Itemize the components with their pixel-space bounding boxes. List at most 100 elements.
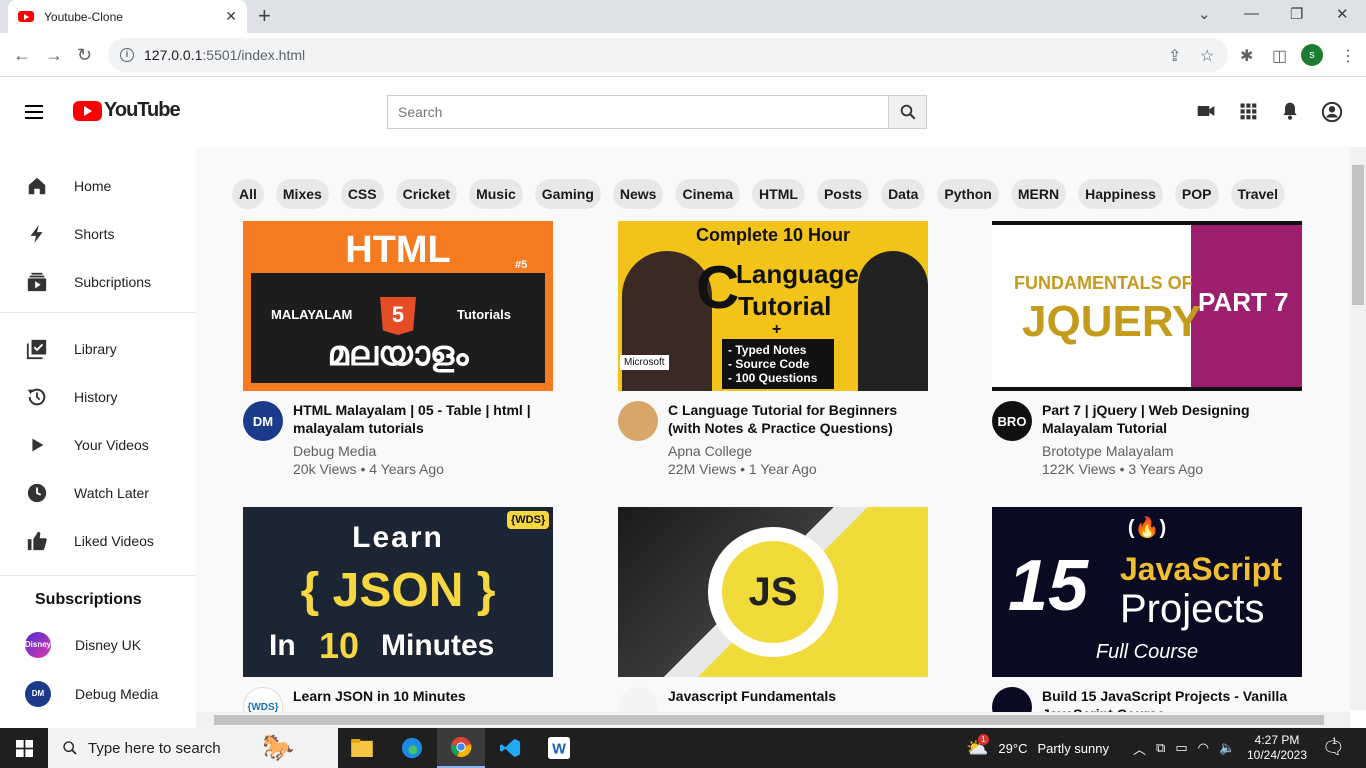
video-title[interactable]: Build 15 JavaScript Projects - Vanilla J… — [1042, 687, 1302, 712]
battery-icon[interactable]: ▭ — [1175, 740, 1187, 756]
minimize-icon[interactable]: — — [1244, 5, 1259, 22]
clock[interactable]: 4:27 PM 10/24/2023 — [1247, 728, 1307, 768]
reload-icon[interactable]: ↻ — [77, 43, 92, 67]
channel-avatar[interactable]: DM — [243, 401, 283, 441]
address-bar[interactable]: i 127.0.0.1 :5501/index.html — [108, 38, 1228, 72]
video-title[interactable]: Part 7 | jQuery | Web Designing Malayala… — [1042, 401, 1302, 437]
wifi-icon[interactable]: ◠ — [1198, 740, 1209, 756]
windows-start-icon[interactable] — [0, 728, 48, 768]
chrome-browser-icon[interactable] — [437, 728, 485, 768]
sidebar-item-subscriptions[interactable]: Subcriptions — [0, 258, 196, 306]
taskbar-search[interactable]: Type here to search 🐎 — [48, 728, 338, 768]
channel-name[interactable]: Brototype Malayalam — [1042, 443, 1302, 459]
chip-python[interactable]: Python — [937, 179, 999, 209]
bookmark-star-icon[interactable]: ☆ — [1200, 46, 1214, 66]
chip-gaming[interactable]: Gaming — [534, 179, 601, 209]
side-panel-icon[interactable]: ◫ — [1272, 46, 1287, 66]
sidebar-item-history[interactable]: History — [0, 373, 196, 421]
back-icon[interactable]: ← — [13, 43, 31, 67]
video-thumbnail[interactable]: FUNDAMENTALS OF JQUERY PART 7 — [992, 221, 1302, 391]
channel-avatar[interactable]: BRO — [992, 401, 1032, 441]
search-button[interactable] — [888, 96, 926, 128]
video-title[interactable]: C Language Tutorial for Beginners (with … — [668, 401, 928, 437]
thumb-text: 15 — [1008, 546, 1089, 626]
forward-icon[interactable]: → — [45, 43, 63, 67]
sidebar-item-library[interactable]: Library — [0, 325, 196, 373]
notification-center[interactable]: 🗨 1 — [1322, 728, 1345, 768]
notifications-bell-icon[interactable] — [1280, 101, 1300, 126]
browser-menu-icon[interactable]: ⋮ — [1340, 46, 1356, 66]
chip-mern[interactable]: MERN — [1010, 179, 1067, 209]
search-input[interactable] — [388, 96, 888, 128]
menu-icon[interactable] — [25, 105, 43, 123]
video-thumbnail[interactable]: Learn { JSON } In 10 Minutes {WDS} — [243, 507, 553, 677]
channel-avatar[interactable] — [618, 687, 658, 712]
edge-browser-icon[interactable] — [388, 728, 436, 768]
video-card[interactable]: (🔥) 15 JavaScript Projects Full Course B… — [992, 507, 1302, 712]
close-tab-icon[interactable]: ✕ — [225, 8, 237, 25]
browser-tab[interactable]: Youtube-Clone ✕ — [8, 0, 247, 33]
sidebar-item-watch-later[interactable]: Watch Later — [0, 469, 196, 517]
chevron-up-icon[interactable]: ︿ — [1133, 739, 1146, 758]
apps-grid-icon[interactable] — [1238, 101, 1258, 126]
new-tab-icon[interactable]: + — [258, 4, 271, 28]
chip-pop[interactable]: POP — [1174, 179, 1219, 209]
youtube-logo[interactable]: YouTube — [73, 99, 181, 122]
profile-avatar[interactable]: s — [1301, 44, 1323, 66]
video-card[interactable]: HTML #5 MALAYALAM 5 Tutorials മലയാളം DM … — [243, 221, 553, 477]
video-card[interactable]: FUNDAMENTALS OF JQUERY PART 7 BRO Part 7… — [992, 221, 1302, 477]
channel-name[interactable]: Debug Media — [293, 443, 553, 459]
chip-travel[interactable]: Travel — [1230, 179, 1285, 209]
vertical-scrollbar[interactable] — [1350, 147, 1366, 710]
video-title[interactable]: Learn JSON in 10 Minutes — [293, 687, 466, 705]
sidebar-item-shorts[interactable]: Shorts — [0, 210, 196, 258]
chip-happiness[interactable]: Happiness — [1078, 179, 1163, 209]
chip-all[interactable]: All — [232, 179, 264, 209]
window-close-icon[interactable]: ✕ — [1336, 5, 1349, 23]
chip-html[interactable]: HTML — [752, 179, 805, 209]
video-thumbnail[interactable]: JS — [618, 507, 928, 677]
channel-avatar[interactable] — [618, 401, 658, 441]
channel-name[interactable]: Apna College — [668, 443, 928, 459]
video-card[interactable]: Learn { JSON } In 10 Minutes {WDS} {WDS}… — [243, 507, 553, 712]
network-device-icon[interactable]: ⧉ — [1156, 740, 1165, 756]
video-thumbnail[interactable]: Complete 10 Hour C Language Tutorial + -… — [618, 221, 928, 391]
weather-widget[interactable]: ⛅ 1 29°C Partly sunny — [966, 728, 1109, 768]
horizontal-scrollbar[interactable] — [196, 712, 1350, 728]
vscode-icon[interactable] — [486, 728, 534, 768]
video-card[interactable]: Complete 10 Hour C Language Tutorial + -… — [618, 221, 928, 477]
sidebar-item-home[interactable]: Home — [0, 162, 196, 210]
chip-css[interactable]: CSS — [340, 179, 384, 209]
share-icon[interactable]: ⇪ — [1168, 46, 1181, 66]
volume-icon[interactable]: 🔈 — [1219, 740, 1235, 756]
chip-news[interactable]: News — [612, 179, 664, 209]
video-card[interactable]: JS Javascript Fundamentals — [618, 507, 928, 712]
sidebar-item-liked-videos[interactable]: Liked Videos — [0, 517, 196, 565]
chip-cricket[interactable]: Cricket — [395, 179, 458, 209]
word-app-icon[interactable]: W — [535, 728, 583, 768]
extensions-icon[interactable]: ✱ — [1240, 46, 1253, 66]
chip-data[interactable]: Data — [881, 179, 926, 209]
video-thumbnail[interactable]: HTML #5 MALAYALAM 5 Tutorials മലയാളം — [243, 221, 553, 391]
subscription-debug-media[interactable]: DM Debug Media — [0, 669, 196, 710]
chip-music[interactable]: Music — [469, 179, 523, 209]
scrollbar-thumb[interactable] — [214, 715, 1324, 725]
channel-avatar[interactable] — [992, 687, 1032, 712]
video-title[interactable]: Javascript Fundamentals — [668, 687, 836, 705]
scrollbar-thumb[interactable] — [1352, 165, 1364, 305]
chip-cinema[interactable]: Cinema — [675, 179, 741, 209]
chip-posts[interactable]: Posts — [816, 179, 870, 209]
channel-avatar[interactable]: {WDS} — [243, 687, 283, 712]
sidebar-item-your-videos[interactable]: Your Videos — [0, 421, 196, 469]
site-info-icon[interactable]: i — [120, 48, 134, 62]
restore-icon[interactable]: ❐ — [1290, 5, 1303, 23]
subscription-disney-uk[interactable]: Disney Disney UK — [0, 620, 196, 669]
tab-search-chevron-icon[interactable]: ⌄ — [1198, 5, 1211, 23]
create-video-icon[interactable] — [1196, 101, 1216, 126]
video-thumbnail[interactable]: (🔥) 15 JavaScript Projects Full Course — [992, 507, 1302, 677]
wds-logo: {WDS} — [507, 511, 550, 529]
video-title[interactable]: HTML Malayalam | 05 - Table | html | mal… — [293, 401, 553, 437]
file-explorer-icon[interactable] — [338, 728, 386, 768]
chip-mixes[interactable]: Mixes — [275, 179, 329, 209]
account-icon[interactable] — [1321, 101, 1343, 128]
